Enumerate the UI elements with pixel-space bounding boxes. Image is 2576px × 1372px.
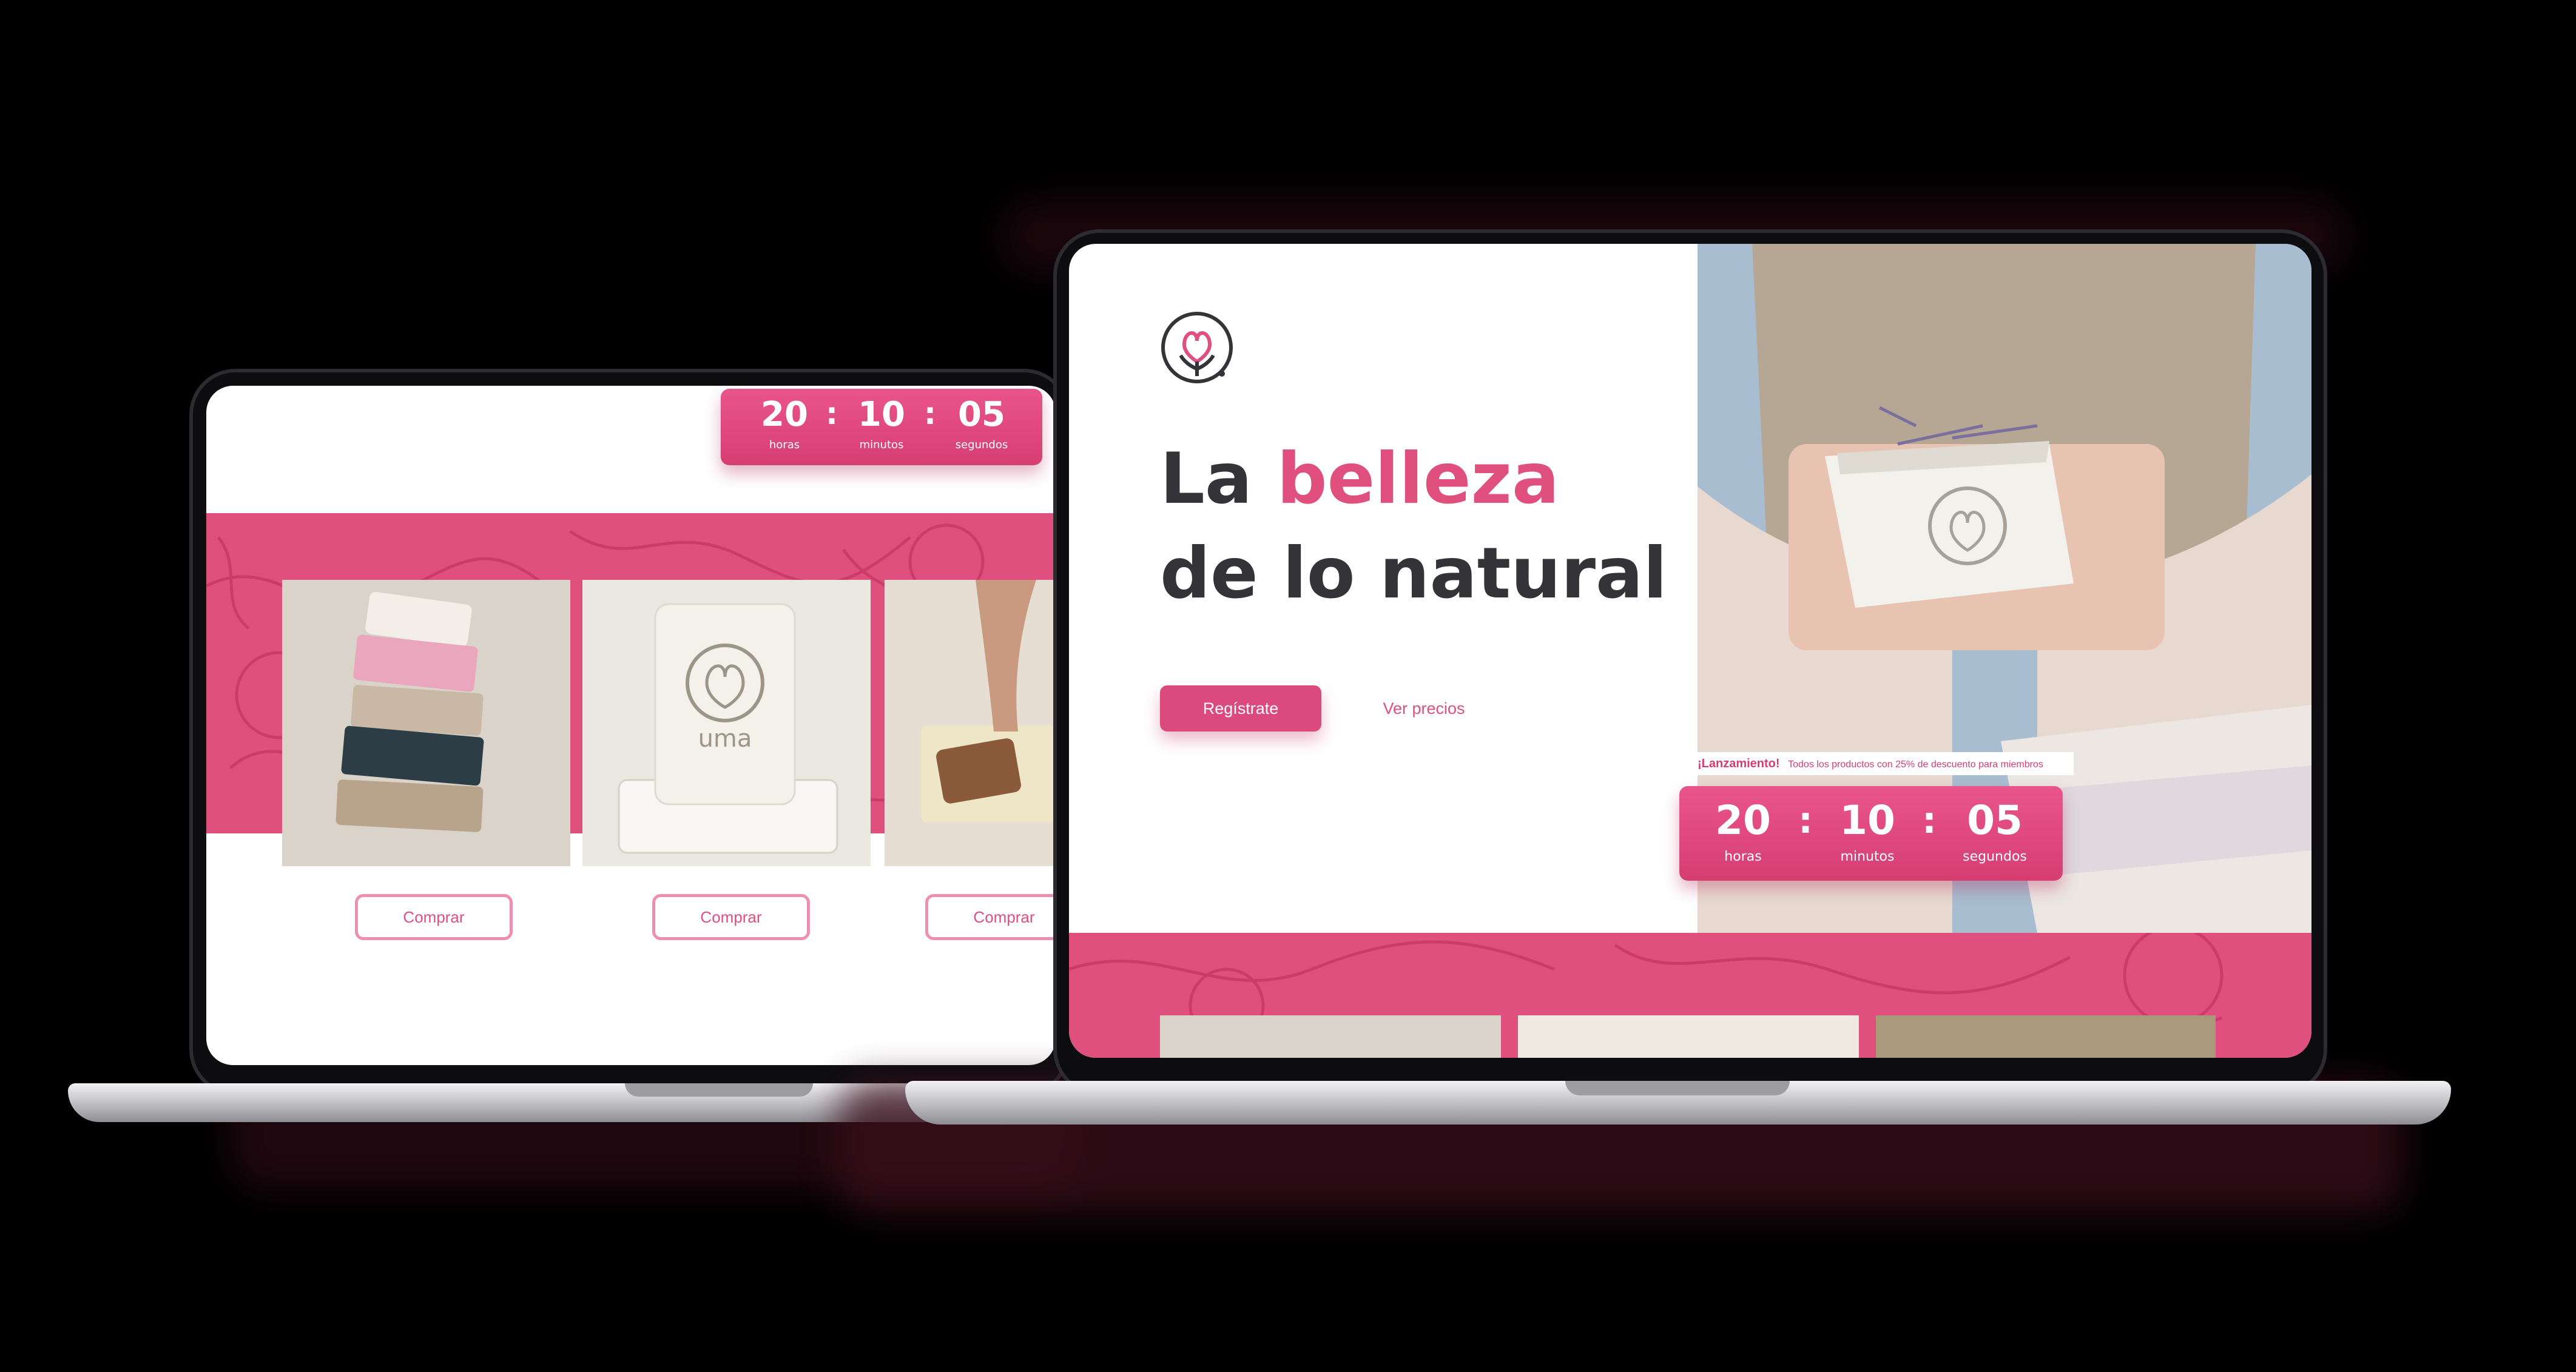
- buy-button-label: Comprar: [403, 908, 465, 926]
- countdown-separator: :: [826, 396, 838, 431]
- product-thumb[interactable]: [1876, 1015, 2216, 1058]
- hero-title-highlight: belleza: [1276, 438, 1560, 520]
- promo-text: Todos los productos con 25% de descuento…: [1788, 759, 2043, 770]
- register-button-label: Regístrate: [1202, 699, 1279, 718]
- mockup-canvas: { "brand": {"name": "uma", "accent": "#e…: [0, 0, 2576, 1372]
- buy-button-label: Comprar: [973, 908, 1035, 926]
- countdown-separator: :: [1798, 799, 1813, 842]
- countdown-hours-label: horas: [769, 439, 800, 451]
- countdown-hours-label: horas: [1724, 849, 1762, 864]
- hero-title-line2: de lo natural: [1160, 533, 1668, 614]
- countdown-timer: 20 horas : 10 minutos : 05 segundos: [1679, 786, 2063, 881]
- product-thumb[interactable]: [1160, 1015, 1501, 1058]
- countdown-seconds-label: segundos: [955, 439, 1008, 451]
- product-photo-white-soap[interactable]: uma: [582, 580, 871, 866]
- buy-button-label: Comprar: [700, 908, 762, 926]
- countdown-separator: :: [924, 396, 936, 431]
- view-prices-label: Ver precios: [1383, 699, 1465, 718]
- countdown-hours: 20: [761, 395, 808, 434]
- countdown-minutes: 10: [1839, 797, 1895, 844]
- view-prices-link[interactable]: Ver precios: [1372, 685, 1475, 731]
- countdown-hours: 20: [1715, 797, 1771, 844]
- buy-button[interactable]: Comprar: [355, 894, 513, 940]
- countdown-seconds: 05: [958, 395, 1005, 434]
- right-laptop-screen: La belleza de lo natural Regístrate Ver …: [1069, 244, 2311, 1058]
- countdown-timer: 20 horas : 10 minutos : 05 segundos: [721, 389, 1042, 465]
- product-thumb[interactable]: [1518, 1015, 1859, 1058]
- buy-button[interactable]: Comprar: [652, 894, 810, 940]
- left-laptop-notch: [625, 1083, 813, 1097]
- promo-banner: ¡Lanzamiento! Todos los productos con 25…: [1698, 752, 2074, 775]
- hero-title: La belleza de lo natural: [1160, 432, 1694, 621]
- countdown-minutes-label: minutos: [1840, 849, 1895, 864]
- product-photo-soap-stack[interactable]: [282, 580, 570, 866]
- countdown-minutes: 10: [858, 395, 905, 434]
- buy-button[interactable]: Comprar: [925, 894, 1056, 940]
- hero-title-prefix: La: [1160, 438, 1253, 520]
- countdown-seconds: 05: [1967, 797, 2023, 844]
- promo-label: ¡Lanzamiento!: [1698, 757, 1780, 770]
- countdown-separator: :: [1922, 799, 1937, 842]
- countdown-minutes-label: minutos: [859, 439, 904, 451]
- flower-heart-logo-icon[interactable]: [1160, 311, 1234, 385]
- soap-stamp-text: uma: [698, 725, 752, 753]
- left-laptop-screen: uma Comprar Comprar Comprar 20 horas : 1…: [206, 386, 1056, 1065]
- right-laptop-notch: [1565, 1081, 1790, 1095]
- product-photo-soap-stamping[interactable]: [885, 580, 1056, 866]
- countdown-seconds-label: segundos: [1963, 849, 2027, 864]
- register-button[interactable]: Regístrate: [1160, 685, 1321, 731]
